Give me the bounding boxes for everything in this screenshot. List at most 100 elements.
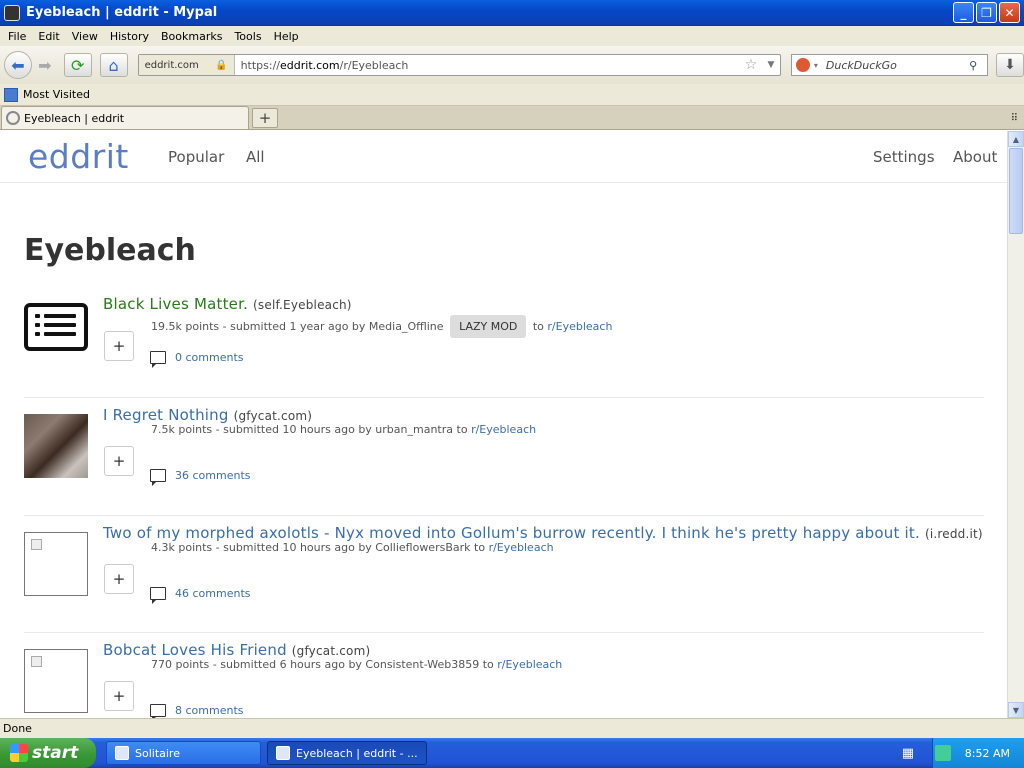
post-domain[interactable]: (self.Eyebleach) <box>253 298 352 312</box>
post-submitted: submitted 10 hours ago by urban_mantra <box>223 423 454 436</box>
site-identity-label: eddrit.com <box>144 59 199 71</box>
back-button[interactable]: ⬅ <box>4 51 32 79</box>
nav-popular[interactable]: Popular <box>168 148 224 166</box>
post-to-label: to <box>532 320 544 333</box>
tab-label: Eyebleach | eddrit <box>24 111 125 125</box>
search-input[interactable]: DuckDuckGo <box>818 59 969 72</box>
comments-count: 0 comments <box>175 351 244 364</box>
keyboard-layout-icon[interactable]: ▦ <box>902 746 914 761</box>
post-title[interactable]: Black Lives Matter. <box>103 295 248 313</box>
url-host: eddrit.com <box>280 58 340 72</box>
comment-icon <box>150 704 166 718</box>
post-domain[interactable]: (gfycat.com) <box>292 644 371 658</box>
post-points: 7.5k points <box>151 423 213 436</box>
comments-link[interactable]: 36 comments <box>150 469 251 486</box>
expand-button[interactable]: + <box>104 564 134 594</box>
post-title[interactable]: Bobcat Loves His Friend <box>103 641 287 659</box>
expand-button[interactable]: + <box>104 681 134 711</box>
comments-link[interactable]: 8 comments <box>150 704 244 718</box>
post-subreddit-link[interactable]: r/Eyebleach <box>489 541 554 554</box>
menu-view[interactable]: View <box>68 30 106 43</box>
post-submitted: submitted 10 hours ago by CollieflowersB… <box>223 541 471 554</box>
post-subreddit-link[interactable]: r/Eyebleach <box>471 423 536 436</box>
post-divider <box>24 515 984 516</box>
page-title: Eyebleach <box>24 233 196 268</box>
bookmark-star-icon[interactable]: ☆ <box>740 57 762 73</box>
maximize-button[interactable]: ❐ <box>976 2 997 23</box>
page-vertical-scrollbar[interactable]: ▲ ▼ <box>1007 131 1024 718</box>
scroll-up-arrow-icon[interactable]: ▲ <box>1008 131 1024 147</box>
menu-bar: File Edit View History Bookmarks Tools H… <box>0 26 1024 46</box>
expand-button[interactable]: + <box>104 331 134 361</box>
post-title[interactable]: Two of my morphed axolotls - Nyx moved i… <box>103 524 920 542</box>
post-submitted: submitted 1 year ago by Media_Offline <box>230 320 444 333</box>
most-visited-bookmark[interactable]: Most Visited <box>23 88 90 101</box>
start-button[interactable]: start <box>0 738 96 768</box>
menu-file[interactable]: File <box>4 30 34 43</box>
url-dropdown-icon[interactable]: ▼ <box>762 60 780 70</box>
expand-button[interactable]: + <box>104 446 134 476</box>
menu-bookmarks[interactable]: Bookmarks <box>157 30 230 43</box>
menu-history[interactable]: History <box>106 30 157 43</box>
scrollbar-thumb[interactable] <box>1009 148 1023 234</box>
menu-tools[interactable]: Tools <box>230 30 269 43</box>
comments-link[interactable]: 0 comments <box>150 351 244 368</box>
url-bar[interactable]: eddrit.com 🔒 https://eddrit.com/r/Eyeble… <box>137 54 781 76</box>
post-subreddit-link[interactable]: r/Eyebleach <box>547 320 612 333</box>
page-content: eddrit Popular All Settings About Eyeble… <box>0 131 1007 718</box>
home-button[interactable]: ⌂ <box>99 53 128 77</box>
status-bar: Done <box>0 718 1024 738</box>
minimize-button[interactable]: _ <box>953 2 974 23</box>
search-icon[interactable]: ⚲ <box>969 59 987 72</box>
reload-button[interactable]: ⟳ <box>63 53 92 77</box>
navigation-toolbar: ⬅ ➡ ⟳ ⌂ eddrit.com 🔒 https://eddrit.com/… <box>0 46 1024 84</box>
post-divider <box>24 397 984 398</box>
post-thumbnail-broken[interactable] <box>24 649 88 713</box>
nav-about[interactable]: About <box>953 148 997 166</box>
comments-count: 46 comments <box>175 587 251 600</box>
url-path: /r/Eyebleach <box>339 58 409 72</box>
windows-taskbar: start Solitaire Eyebleach | eddrit - ...… <box>0 738 1024 768</box>
site-logo[interactable]: eddrit <box>28 137 129 176</box>
new-tab-button[interactable]: + <box>252 108 278 128</box>
reload-icon: ⟳ <box>71 55 85 75</box>
post-thumbnail-broken[interactable] <box>24 532 88 596</box>
taskbar-item-solitaire[interactable]: Solitaire <box>106 741 261 765</box>
close-button[interactable]: ✕ <box>999 2 1020 23</box>
nav-settings[interactable]: Settings <box>873 148 935 166</box>
post-domain[interactable]: (i.redd.it) <box>925 527 983 541</box>
search-bar[interactable]: ▾ DuckDuckGo ⚲ <box>790 54 989 76</box>
download-arrow-icon: ⬇ <box>1004 57 1016 73</box>
post-thumbnail-image[interactable] <box>24 414 88 478</box>
back-arrow-icon: ⬅ <box>11 55 25 75</box>
post-title[interactable]: I Regret Nothing <box>103 406 229 424</box>
network-tray-icon[interactable] <box>934 745 951 761</box>
post-divider <box>24 632 984 633</box>
clock[interactable]: 8:52 AM <box>965 747 1010 760</box>
forward-button[interactable]: ➡ <box>34 51 56 79</box>
list-all-tabs-icon[interactable]: ⠿ <box>1011 113 1018 124</box>
mypal-app-icon <box>4 4 20 21</box>
taskbar-item-browser[interactable]: Eyebleach | eddrit - ... <box>267 741 427 765</box>
author-flair-badge: LAZY MOD <box>450 315 527 338</box>
tab-eyebleach[interactable]: Eyebleach | eddrit <box>1 106 249 129</box>
comments-link[interactable]: 46 comments <box>150 587 251 604</box>
comment-icon <box>150 587 166 604</box>
scroll-down-arrow-icon[interactable]: ▼ <box>1008 702 1024 718</box>
list-icon-bullet <box>35 314 40 318</box>
nav-all[interactable]: All <box>246 148 265 166</box>
system-tray: 8:52 AM <box>932 738 1024 768</box>
post-points: 770 points <box>151 658 210 671</box>
duckduckgo-icon[interactable] <box>795 58 810 72</box>
post-subreddit-link[interactable]: r/Eyebleach <box>497 658 562 671</box>
menu-help[interactable]: Help <box>270 30 307 43</box>
url-text[interactable]: https://eddrit.com/r/Eyebleach <box>235 59 740 72</box>
post-domain[interactable]: (gfycat.com) <box>234 409 313 423</box>
menu-edit[interactable]: Edit <box>34 30 67 43</box>
downloads-button[interactable]: ⬇ <box>996 53 1024 77</box>
self-post-thumbnail[interactable] <box>24 303 88 351</box>
home-icon: ⌂ <box>108 55 119 75</box>
site-identity-button[interactable]: eddrit.com 🔒 <box>138 55 235 75</box>
url-scheme: https:// <box>240 58 281 72</box>
post-to-label: to <box>482 658 494 671</box>
